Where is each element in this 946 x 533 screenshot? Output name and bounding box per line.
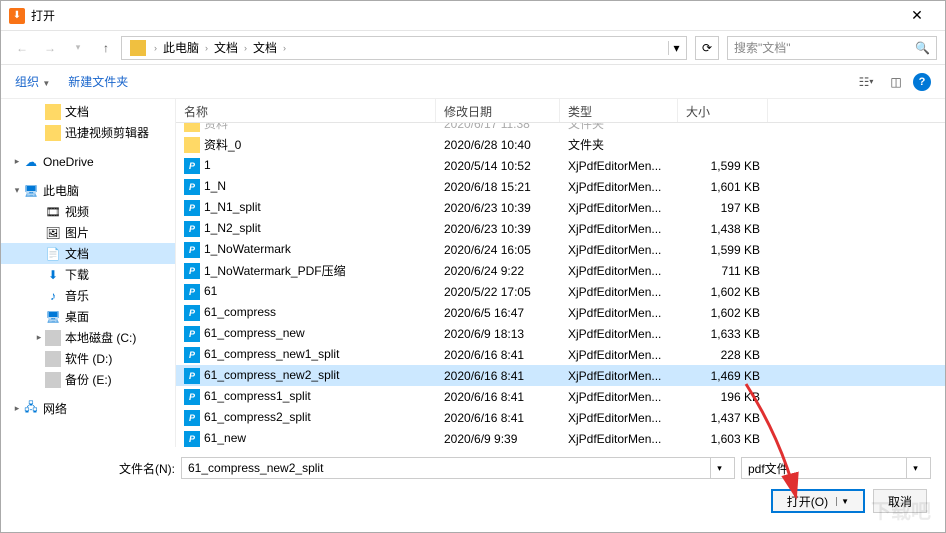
table-row[interactable]: P1_N2020/6/18 15:21XjPdfEditorMen...1,60… [176, 176, 945, 197]
sidebar-item[interactable]: 软件 (D:) [1, 348, 175, 369]
breadcrumb[interactable]: › 此电脑 › 文档 › 文档 › ▾ [121, 36, 687, 60]
sidebar-item[interactable]: ⬇下载 [1, 264, 175, 285]
table-row[interactable]: 资料2020/6/17 11:38文件夹 [176, 123, 945, 134]
table-row[interactable]: P61_compress_new2020/6/9 18:13XjPdfEdito… [176, 323, 945, 344]
search-placeholder: 搜索"文档" [734, 39, 791, 56]
refresh-button[interactable]: ⟳ [695, 36, 719, 60]
table-row[interactable]: P61_compress_new2_split2020/6/16 8:41XjP… [176, 365, 945, 386]
sidebar-item[interactable]: ▾🖥此电脑 [1, 180, 175, 201]
table-row[interactable]: P12020/5/14 10:52XjPdfEditorMen...1,599 … [176, 155, 945, 176]
table-row[interactable]: P61_compress2_split2020/6/16 8:41XjPdfEd… [176, 407, 945, 428]
folder-icon [130, 40, 146, 56]
table-row[interactable]: P1_N1_split2020/6/23 10:39XjPdfEditorMen… [176, 197, 945, 218]
breadcrumb-dropdown[interactable]: ▾ [668, 41, 684, 55]
column-name[interactable]: 名称 [176, 99, 436, 122]
open-button[interactable]: 打开(O) ▼ [771, 489, 865, 513]
file-list-body: 资料2020/6/17 11:38文件夹资料_02020/6/28 10:40文… [176, 123, 945, 447]
filename-input[interactable]: 61_compress_new2_split ▾ [181, 457, 735, 479]
recent-dropdown[interactable]: ▾ [65, 35, 91, 61]
search-icon: 🔍 [915, 41, 930, 55]
sidebar-item[interactable]: 备份 (E:) [1, 369, 175, 390]
table-row[interactable]: P61_compress2020/6/5 16:47XjPdfEditorMen… [176, 302, 945, 323]
sidebar-item[interactable]: 🎞视频 [1, 201, 175, 222]
back-button[interactable]: ← [9, 35, 35, 61]
filename-label: 文件名(N): [15, 460, 175, 477]
up-button[interactable]: ↑ [93, 35, 119, 61]
cancel-button[interactable]: 取消 [873, 489, 927, 513]
close-button[interactable]: ✕ [897, 2, 937, 30]
sidebar-item[interactable]: ▸☁OneDrive [1, 151, 175, 172]
column-size[interactable]: 大小 [678, 99, 768, 122]
filter-dropdown[interactable]: ▾ [906, 458, 924, 478]
toolbar: 组织 ▼ 新建文件夹 ☷ ▾ ◫ ? [1, 65, 945, 99]
sidebar-item[interactable]: ▸本地磁盘 (C:) [1, 327, 175, 348]
sidebar-item[interactable]: 迅捷视频剪辑器 [1, 122, 175, 143]
table-row[interactable]: P61_compress1_split2020/6/16 8:41XjPdfEd… [176, 386, 945, 407]
table-row[interactable]: P61_compress_new1_split2020/6/16 8:41XjP… [176, 344, 945, 365]
search-input[interactable]: 搜索"文档" 🔍 [727, 36, 937, 60]
breadcrumb-seg-1[interactable]: 文档 [208, 37, 244, 59]
window-title: 打开 [31, 7, 897, 24]
file-list-header[interactable]: 名称 修改日期 类型 大小 [176, 99, 945, 123]
filter-value: pdf文件 [748, 460, 789, 477]
filetype-filter[interactable]: pdf文件 ▾ [741, 457, 931, 479]
table-row[interactable]: 资料_02020/6/28 10:40文件夹 [176, 134, 945, 155]
breadcrumb-seg-0[interactable]: 此电脑 [157, 37, 205, 59]
sidebar-item[interactable]: 🖥桌面 [1, 306, 175, 327]
sidebar-item[interactable]: 🖼图片 [1, 222, 175, 243]
navbar: ← → ▾ ↑ › 此电脑 › 文档 › 文档 › ▾ ⟳ 搜索"文档" 🔍 [1, 31, 945, 65]
sidebar-item[interactable]: ▸🖧网络 [1, 398, 175, 419]
filename-dropdown[interactable]: ▾ [710, 458, 728, 478]
table-row[interactable]: P1_NoWatermark2020/6/24 16:05XjPdfEditor… [176, 239, 945, 260]
new-folder-button[interactable]: 新建文件夹 [68, 73, 128, 90]
app-icon: ⬇ [9, 8, 25, 24]
sidebar-item[interactable]: 文档 [1, 101, 175, 122]
bottom-panel: 文件名(N): 61_compress_new2_split ▾ pdf文件 ▾… [1, 447, 945, 521]
table-row[interactable]: P1_NoWatermark_PDF压缩2020/6/24 9:22XjPdfE… [176, 260, 945, 281]
titlebar: ⬇ 打开 ✕ [1, 1, 945, 31]
open-split-dropdown[interactable]: ▼ [836, 497, 849, 506]
chevron-right-icon: › [283, 43, 286, 53]
view-button[interactable]: ☷ ▾ [853, 71, 879, 93]
forward-button[interactable]: → [37, 35, 63, 61]
table-row[interactable]: P612020/5/22 17:05XjPdfEditorMen...1,602… [176, 281, 945, 302]
organize-menu[interactable]: 组织 ▼ [15, 73, 50, 90]
filename-value: 61_compress_new2_split [188, 461, 323, 475]
help-icon[interactable]: ? [913, 73, 931, 91]
main-area: 文档迅捷视频剪辑器 ▸☁OneDrive ▾🖥此电脑🎞视频🖼图片📄文档⬇下载♪音乐🖥… [1, 99, 945, 447]
column-type[interactable]: 类型 [560, 99, 678, 122]
table-row[interactable]: P1_N2_split2020/6/23 10:39XjPdfEditorMen… [176, 218, 945, 239]
file-list: 名称 修改日期 类型 大小 资料2020/6/17 11:38文件夹资料_020… [176, 99, 945, 447]
breadcrumb-seg-2[interactable]: 文档 [247, 37, 283, 59]
column-date[interactable]: 修改日期 [436, 99, 560, 122]
sidebar: 文档迅捷视频剪辑器 ▸☁OneDrive ▾🖥此电脑🎞视频🖼图片📄文档⬇下载♪音乐🖥… [1, 99, 176, 447]
sidebar-item[interactable]: ♪音乐 [1, 285, 175, 306]
preview-pane-button[interactable]: ◫ [883, 71, 909, 93]
table-row[interactable]: P61_new2020/6/9 9:39XjPdfEditorMen...1,6… [176, 428, 945, 447]
sidebar-item[interactable]: 📄文档 [1, 243, 175, 264]
